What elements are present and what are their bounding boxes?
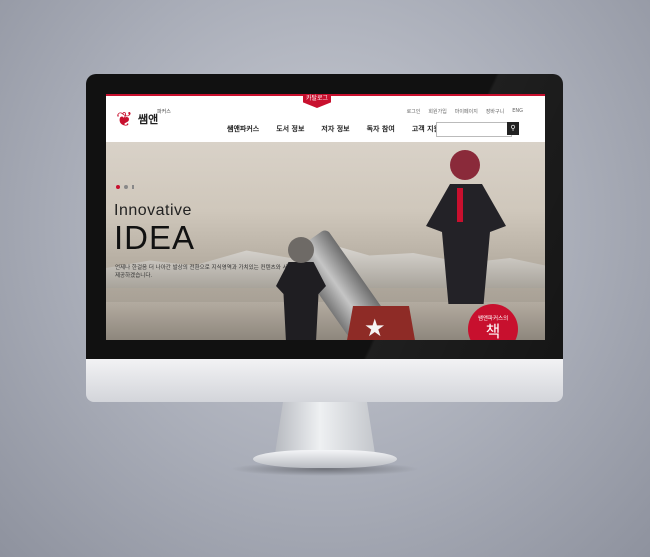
logo-text: 쌤앤 [138,113,159,126]
badge-top-text: 쌤앤파커스의 [477,316,509,322]
nav-item-authors[interactable]: 저자 정보 [321,124,349,134]
monitor-stand-neck [275,402,375,454]
woman-tie [457,188,463,222]
util-link-mypage[interactable]: 마이페이지 [455,108,478,115]
search-icon: ⚲ [510,124,516,132]
search-button[interactable]: ⚲ [507,122,519,135]
util-link-login[interactable]: 로그인 [407,108,421,115]
nav-item-readers[interactable]: 독자 참여 [367,124,395,134]
utility-links: 로그인 회원가입 마이페이지 장바구니 ENG [407,108,523,115]
hero-headline-small: Innovative [114,202,192,219]
monitor-stand-base [253,450,397,468]
badge-main-text: 책 [485,322,501,341]
slide-pause-icon[interactable] [132,185,134,189]
main-nav: 쌤앤파커스 도서 정보 저자 정보 독자 참여 고객 지원 [227,124,457,134]
monitor-chin [86,359,563,402]
hero-description: 언제나 한걸음 더 나아간 발상의 전환으로 지식영역과 가치있는 컨텐츠와 서… [115,265,303,279]
slide-dot-1[interactable] [116,185,120,189]
nav-item-books[interactable]: 도서 정보 [276,124,304,134]
logo-flourish-icon: ❦ [116,107,133,131]
util-link-eng[interactable]: ENG [512,108,523,115]
util-link-signup[interactable]: 회원가입 [428,108,446,115]
slide-dot-2[interactable] [124,185,128,189]
kid-helmet [288,237,314,263]
slide-indicator [116,185,134,189]
woman-helmet [450,150,480,180]
util-link-cart[interactable]: 장바구니 [486,108,504,115]
search-input[interactable] [436,122,512,137]
site-logo[interactable]: ❦ 쌤앤 파커스 [116,108,186,132]
catalog-tab[interactable]: 카탈로그 [303,94,331,108]
star-icon: ★ [364,314,386,340]
nav-item-company[interactable]: 쌤앤파커스 [227,124,259,134]
logo-subtext: 파커스 [157,109,171,115]
screen: 카탈로그 ❦ 쌤앤 파커스 로그인 회원가입 마이페이지 장바구니 ENG 쌤앤… [106,94,545,340]
hero-headline-large: IDEA [114,219,196,256]
